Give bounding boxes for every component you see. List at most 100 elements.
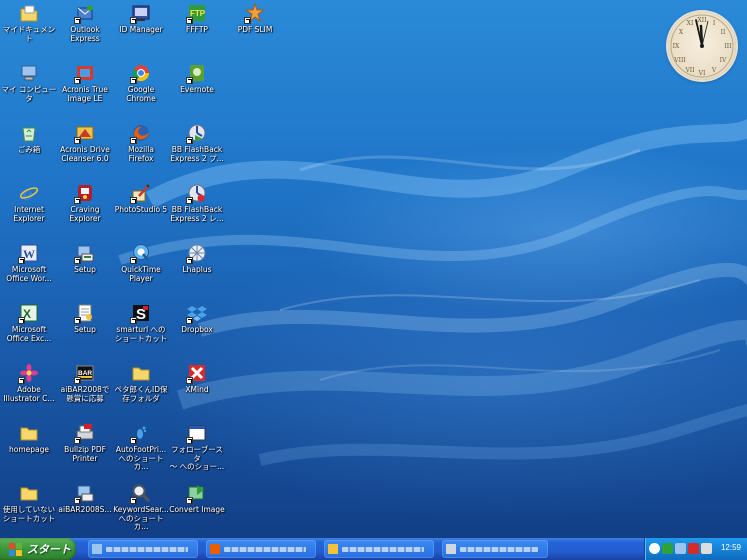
icon-label: Outlook Express [70,25,100,43]
desktop-icon-autofootprint[interactable]: AutoFootPri... へのショートカ... [112,423,170,472]
taskbar: スタート 12:59 [0,538,747,560]
desktop-icon-bb-flashback-recorder[interactable]: BB FlashBack Express 2 レ... [168,183,226,223]
start-label: スタート [27,543,71,556]
desktop-icon-photostudio[interactable]: PhotoStudio 5 [112,183,170,215]
photostudio-icon [130,183,151,204]
desktop-icon-microsoft-excel[interactable]: X Microsoft Office Exc... [0,303,58,343]
icon-label: Internet Explorer [13,205,45,223]
svg-text:X: X [679,29,684,36]
taskbar-item-2[interactable] [206,540,316,558]
icon-label: ペタ郎くんID保 存フォルダ [114,385,168,403]
desktop-icon-unused-shortcuts[interactable]: 使用していない ショートカット [0,483,58,523]
icon-label: Lhaplus [182,265,212,274]
icon-label: QuickTime Player [121,265,161,283]
bullzip-pdf-printer-icon [74,423,95,444]
desktop-icon-lhaplus[interactable]: Lhaplus [168,243,226,275]
svg-text:V: V [711,67,717,74]
clock-gadget[interactable]: XII I II III IV V VI VII VIII IX X XI [668,12,736,80]
icon-label: ID Manager [119,25,163,34]
desktop-icon-xmind[interactable]: XMind [168,363,226,395]
desktop-icon-pdf-slim[interactable]: PDF SLIM [226,2,284,35]
svg-text:VI: VI [698,70,706,77]
taskbar-item-4[interactable] [442,540,548,558]
desktop-icon-id-manager[interactable]: ID Manager [112,3,170,35]
taskbar-item-1[interactable] [88,540,198,558]
desktop-icon-craving-explorer[interactable]: Craving Explorer [56,183,114,223]
desktop-icon-setup-document[interactable]: Setup [56,303,114,335]
desktop-icon-keyword-search[interactable]: KeywordSear... へのショートカ... [112,483,170,532]
icon-label: KeywordSear... へのショートカ... [113,505,169,532]
icon-label: マイドキュメント [2,25,56,43]
firefox-icon [130,123,151,144]
desktop-icon-mozilla-firefox[interactable]: Mozilla Firefox [112,123,170,163]
google-chrome-icon [130,63,151,84]
tray-volume-icon[interactable] [701,543,712,554]
desktop: マイドキュメント Outlook Express ID Manager FTP … [0,0,747,538]
word-icon: W [18,243,39,264]
desktop-icon-evernote[interactable]: Evernote [168,63,226,95]
bb-flashback-recorder-icon [186,183,207,204]
desktop-icon-homepage[interactable]: homepage [0,423,58,455]
icon-label: Mozilla Firefox [128,145,154,163]
desktop-icon-smarturl[interactable]: S smarturl への ショートカット [112,303,170,343]
pdf-slim-icon [244,2,266,24]
desktop-icon-quicktime-player[interactable]: QuickTime Player [112,243,170,283]
setup-icon [74,243,95,264]
evernote-icon [186,63,207,84]
tray-network-icon[interactable] [662,543,673,554]
icon-label: AutoFootPri... へのショートカ... [115,445,167,472]
blurred-title [224,547,306,552]
desktop-icon-acronis-true-image[interactable]: Acronis True Image LE [56,63,114,103]
tray-expand-icon[interactable] [649,543,660,554]
taskbar-item-3[interactable] [324,540,434,558]
desktop-icon-convert-image[interactable]: Convert Image [168,483,226,515]
outlook-express-icon [74,3,95,24]
blurred-title [460,547,538,552]
svg-text:XII: XII [697,17,707,24]
window-icon [92,544,102,554]
desktop-icon-setup[interactable]: Setup [56,243,114,275]
desktop-icon-follow-booster[interactable]: フォローブースタ ～ へのショー... [168,423,226,472]
icon-label: フォローブースタ ～ へのショー... [169,445,225,472]
icon-label: マイ コンピュータ [1,85,57,103]
icon-label: Bullzip PDF Printer [64,445,106,463]
desktop-icon-adobe-illustrator[interactable]: Adobe Illustrator C... [0,363,58,403]
unused-shortcuts-folder-icon [19,483,39,503]
blurred-title [106,547,188,552]
desktop-icon-peta-folder[interactable]: ペタ郎くんID保 存フォルダ [112,363,170,403]
svg-text:I: I [713,20,716,27]
icon-label: BB FlashBack Express 2 プ... [170,145,224,163]
desktop-icon-ffftp[interactable]: FTP FFFTP [168,3,226,35]
desktop-icon-outlook-express[interactable]: Outlook Express [56,3,114,43]
desktop-icon-dropbox[interactable]: Dropbox [168,303,226,335]
svg-text:IV: IV [720,57,727,64]
start-button[interactable]: スタート [0,538,76,560]
desktop-icon-google-chrome[interactable]: Google Chrome [112,63,170,103]
desktop-icon-recycle-bin[interactable]: ごみ箱 [0,123,58,155]
icon-label: Convert Image [169,505,225,514]
craving-explorer-icon [74,183,95,204]
desktop-icon-acronis-drive-cleanser[interactable]: Acronis Drive Cleanser 6.0 [56,123,114,163]
desktop-icon-bb-flashback-player[interactable]: BB FlashBack Express 2 プ... [168,123,226,163]
desktop-icon-aibar-setup[interactable]: aiBAR2008S... [56,483,114,515]
tray-clock[interactable]: 12:59 [721,543,741,552]
svg-text:XI: XI [687,20,694,27]
autofootprint-icon [130,423,151,444]
window-icon [328,544,338,554]
desktop-icon-my-documents[interactable]: マイドキュメント [0,3,58,43]
svg-text:BAR: BAR [78,370,92,377]
follow-booster-icon [186,423,207,444]
smarturl-icon: S [130,303,151,324]
aibar-setup-icon [74,483,95,504]
desktop-icon-internet-explorer[interactable]: e Internet Explorer [0,183,58,223]
desktop-icon-microsoft-word[interactable]: W Microsoft Office Wor... [0,243,58,283]
icon-label: Setup [74,325,96,334]
tray-security-icon[interactable] [688,543,699,554]
svg-text:III: III [724,43,732,50]
desktop-icon-bullzip-pdf-printer[interactable]: Bullzip PDF Printer [56,423,114,463]
svg-text:VII: VII [684,67,695,74]
aibar-icon: BAR [74,363,95,384]
desktop-icon-my-computer[interactable]: マイ コンピュータ [0,63,58,103]
desktop-icon-aibar-contest[interactable]: BAR aiBAR2008で 懸賞に応募 [56,363,114,403]
tray-display-icon[interactable] [675,543,686,554]
